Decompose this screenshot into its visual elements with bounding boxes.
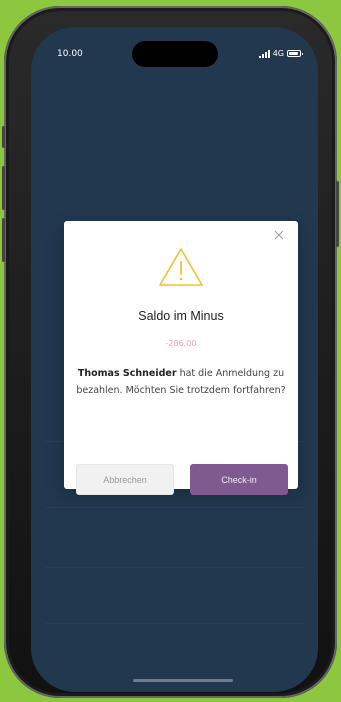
dialog-message: Thomas Schneider hat die Anmeldung zu be… <box>72 365 290 399</box>
check-in-button[interactable]: Check-in <box>190 464 288 495</box>
phone-side-button <box>2 218 5 262</box>
phone-side-button <box>2 126 5 148</box>
status-indicators: 4G <box>258 49 303 58</box>
background-divider <box>45 623 304 624</box>
phone-frame: 10.00 4G Saldo im Minus -286,00 Thomas S… <box>2 6 339 698</box>
background-divider <box>45 567 304 568</box>
battery-icon <box>287 50 303 57</box>
close-icon[interactable] <box>272 228 286 242</box>
home-indicator[interactable] <box>133 679 233 682</box>
background-divider <box>45 507 304 508</box>
warning-triangle-icon <box>159 248 203 286</box>
status-time: 10.00 <box>57 49 83 59</box>
phone-screen: 10.00 4G Saldo im Minus -286,00 Thomas S… <box>31 27 318 692</box>
cancel-button[interactable]: Abbrechen <box>76 464 174 495</box>
dynamic-island <box>132 41 218 67</box>
balance-amount: -286,00 <box>165 339 197 348</box>
dialog-title: Saldo im Minus <box>138 309 224 323</box>
phone-side-button <box>336 181 339 247</box>
signal-icon <box>258 49 270 58</box>
network-label: 4G <box>272 49 284 58</box>
balance-warning-dialog: Saldo im Minus -286,00 Thomas Schneider … <box>64 221 298 495</box>
member-name: Thomas Schneider <box>77 368 177 379</box>
phone-side-button <box>2 166 5 210</box>
